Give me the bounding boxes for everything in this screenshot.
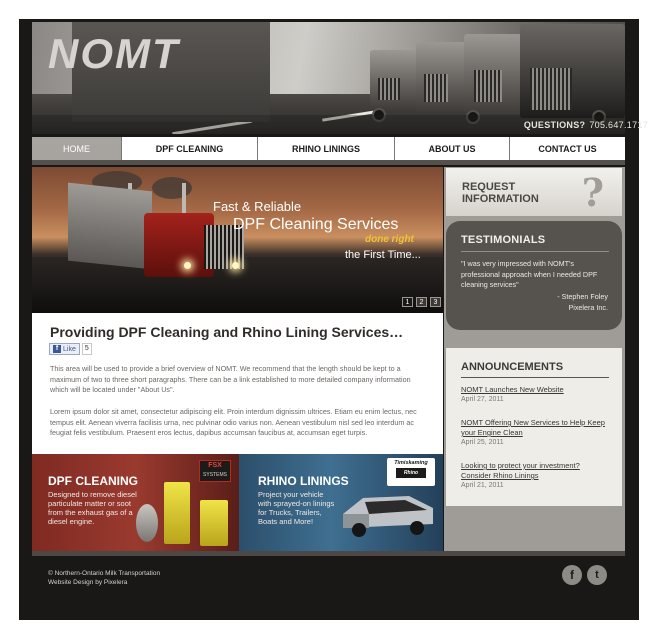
dpf-cleaning-promo[interactable]: DPF CLEANING Designed to remove diesel p… xyxy=(32,454,239,551)
announcement-date: April 25, 2011 xyxy=(461,439,504,446)
rhino-promo-title: RHINO LININGS xyxy=(258,474,349,488)
headlight xyxy=(232,262,239,269)
timiskaming-logo-sub: Rhino Linings xyxy=(396,468,426,486)
smoke-graphic xyxy=(152,177,192,199)
truck-grill xyxy=(378,78,400,100)
announcement-date: April 27, 2011 xyxy=(461,396,504,403)
contact-phone: QUESTIONS? 705.647.1717 xyxy=(524,120,648,130)
facebook-like-widget: f Like 5 xyxy=(49,343,92,355)
phone-number[interactable]: 705.647.1717 xyxy=(589,120,648,130)
slide-2-button[interactable]: 2 xyxy=(416,297,427,307)
testimonial-quote: "I was very impressed with NOMT's profes… xyxy=(461,259,598,289)
announcements-title: ANNOUNCEMENTS xyxy=(461,361,564,373)
testimonials-divider xyxy=(461,251,609,252)
request-line-2: INFORMATION xyxy=(462,193,539,205)
announcement-item: NOMT Launches New Website April 27, 2011 xyxy=(461,385,611,405)
request-information-button[interactable]: REQUEST INFORMATION ? xyxy=(446,168,622,216)
slide-1-button[interactable]: 1 xyxy=(402,297,413,307)
dpf-promo-text: Designed to remove diesel particulate ma… xyxy=(48,490,137,526)
intro-section: Providing DPF Cleaning and Rhino Lining … xyxy=(32,313,443,454)
nav-item-about-us[interactable]: ABOUT US xyxy=(395,137,510,160)
dpf-machine-image xyxy=(164,482,190,544)
announcement-date: April 21, 2011 xyxy=(461,482,504,489)
testimonial-author: - Stephen Foley xyxy=(557,292,608,301)
headlight xyxy=(184,262,191,269)
testimonial-company: Pixelera Inc. xyxy=(568,302,608,312)
fsx-systems-logo: FSX SYSTEMS xyxy=(199,460,231,482)
announcement-link[interactable]: NOMT Offering New Services to Help Keep … xyxy=(461,418,611,438)
nav-item-home[interactable]: HOME xyxy=(32,137,122,160)
hero-line-2: DPF Cleaning Services xyxy=(233,216,399,233)
footer-credits: © Northern-Ontario Milk Transportation W… xyxy=(48,569,160,587)
nav-item-contact-us[interactable]: CONTACT US xyxy=(510,137,625,160)
announcement-link[interactable]: NOMT Launches New Website xyxy=(461,385,611,395)
testimonials-box: TESTIMONIALS "I was very impressed with … xyxy=(446,221,622,330)
announcement-item: Looking to protect your investment? Cons… xyxy=(461,461,611,491)
questions-label: QUESTIONS? xyxy=(523,120,586,130)
dpf-machine-image xyxy=(200,500,228,546)
truck-grill xyxy=(530,68,572,110)
testimonial-attribution: - Stephen Foley Pixelera Inc. xyxy=(557,292,608,313)
nav-divider xyxy=(32,160,625,165)
rhino-linings-promo[interactable]: RHINO LININGS Project your vehicle with … xyxy=(239,454,443,551)
request-line-1: REQUEST xyxy=(462,181,516,193)
announcement-item: NOMT Offering New Services to Help Keep … xyxy=(461,418,611,448)
timiskaming-rhino-logo: Timiskaming Rhino Linings xyxy=(387,458,435,486)
hero-line-3: done right xyxy=(365,234,414,245)
truck-grill xyxy=(424,74,448,102)
intro-paragraph-1: This area will be used to provide a brie… xyxy=(50,364,411,394)
dpf-filter-image xyxy=(136,504,158,542)
fsx-logo-sub: SYSTEMS xyxy=(203,472,227,478)
slider-pager: 1 2 3 xyxy=(402,297,441,307)
hero-line-1: Fast & Reliable xyxy=(213,199,302,214)
nav-item-rhino-linings[interactable]: RHINO LININGS xyxy=(258,137,395,160)
fsx-logo-text: FSX xyxy=(208,462,222,469)
footer-design-credit[interactable]: Website Design by Pixelera xyxy=(48,579,127,586)
main-nav: HOME DPF CLEANING RHINO LININGS ABOUT US… xyxy=(32,137,625,160)
twitter-icon[interactable]: t xyxy=(587,565,607,585)
testimonials-title: TESTIMONIALS xyxy=(461,234,546,246)
rhino-promo-text: Project your vehicle with sprayed-on lin… xyxy=(258,490,335,526)
intro-title: Providing DPF Cleaning and Rhino Lining … xyxy=(50,324,404,340)
announcements-divider xyxy=(461,377,609,378)
announcements-box: ANNOUNCEMENTS NOMT Launches New Website … xyxy=(446,348,622,506)
request-info-label: REQUEST INFORMATION xyxy=(462,181,539,205)
question-mark-icon: ? xyxy=(581,170,604,215)
nav-item-dpf-cleaning[interactable]: DPF CLEANING xyxy=(122,137,258,160)
pickup-truck-image xyxy=(343,496,433,537)
footer-copyright: © Northern-Ontario Milk Transportation xyxy=(48,570,161,577)
timiskaming-logo-text: Timiskaming xyxy=(394,460,428,466)
facebook-like-count: 5 xyxy=(81,343,92,355)
announcement-link[interactable]: Looking to protect your investment? Cons… xyxy=(461,461,611,481)
facebook-icon[interactable]: f xyxy=(562,565,582,585)
facebook-like-label: Like xyxy=(63,345,76,353)
truck-grill xyxy=(474,70,502,102)
hero-line-4: the First Time... xyxy=(345,249,421,261)
intro-paragraph-2: Lorem ipsum dolor sit amet, consectetur … xyxy=(50,407,417,437)
facebook-icon: f xyxy=(53,345,61,353)
slide-3-button[interactable]: 3 xyxy=(430,297,441,307)
trailer-image xyxy=(68,182,152,270)
site-logo[interactable]: NOMT xyxy=(48,30,180,78)
facebook-like-button[interactable]: f Like xyxy=(49,343,80,355)
dpf-promo-title: DPF CLEANING xyxy=(48,474,138,488)
footer-divider xyxy=(32,551,625,556)
